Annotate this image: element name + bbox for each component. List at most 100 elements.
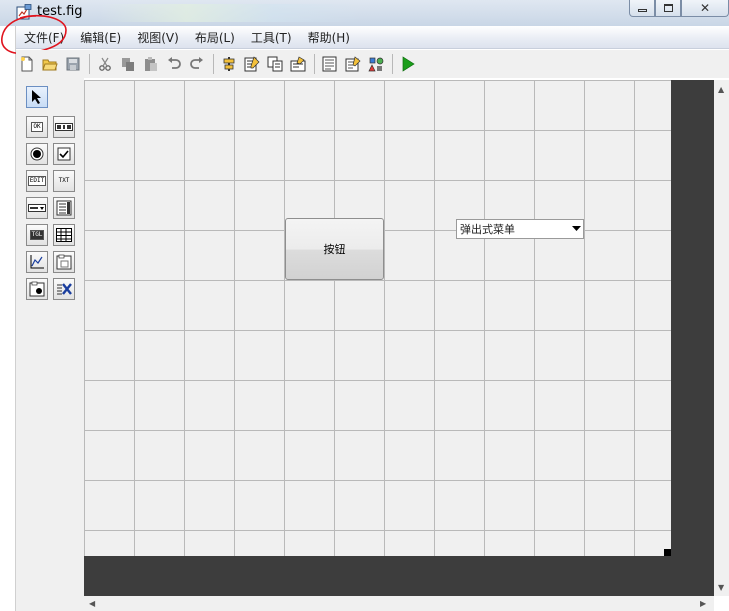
axes-icon (30, 255, 44, 269)
palette-edit-text[interactable]: EDIT (26, 170, 48, 192)
undo-icon (168, 57, 181, 69)
menu-view[interactable]: 视图(V) (129, 29, 187, 46)
save-button[interactable] (62, 53, 84, 75)
toolbar-editor-icon (290, 56, 306, 72)
copy-icon (122, 58, 134, 71)
toolbar-separator (314, 54, 315, 74)
menu-bar: 文件(F) 编辑(E) 视图(V) 布局(L) 工具(T) 帮助(H) (16, 26, 729, 49)
title-bar-background-blur (100, 4, 360, 22)
canvas-push-button[interactable]: 按钮 (285, 218, 384, 280)
scroll-up-icon[interactable]: ▲ (718, 86, 724, 94)
popup-menu-label: 弹出式菜单 (460, 223, 515, 236)
new-icon (21, 56, 33, 72)
open-button[interactable] (39, 53, 61, 75)
editor-button[interactable] (319, 53, 341, 75)
palette-listbox[interactable] (53, 197, 75, 219)
table-icon (56, 228, 72, 242)
palette-panel[interactable] (53, 251, 75, 273)
menu-help[interactable]: 帮助(H) (300, 29, 358, 46)
figure-icon (16, 4, 32, 20)
scroll-right-icon[interactable]: ▶ (700, 600, 706, 608)
horizontal-scrollbar[interactable]: ◀ ▶ (84, 596, 714, 611)
menu-file[interactable]: 文件(F) (16, 29, 72, 46)
palette-button-group[interactable] (26, 278, 48, 300)
canvas-outer-region-bottom (84, 556, 714, 596)
open-icon (42, 59, 58, 71)
radio-button-icon (30, 147, 44, 161)
palette-push-button[interactable]: OK (26, 116, 48, 138)
toolbar-separator (89, 54, 90, 74)
object-browser-icon (368, 57, 384, 72)
menu-layout[interactable]: 布局(L) (187, 29, 243, 46)
undo-button[interactable] (163, 53, 185, 75)
palette-select-tool[interactable] (26, 86, 48, 108)
menu-editor-icon (244, 56, 260, 72)
minimize-button[interactable] (629, 0, 655, 17)
save-icon (66, 57, 80, 71)
editor-icon (322, 56, 337, 72)
popup-menu-icon (28, 204, 46, 212)
minimize-icon (637, 9, 647, 12)
layout-canvas[interactable] (84, 80, 671, 556)
slider-icon (55, 123, 73, 131)
toolbar (16, 50, 729, 78)
palette-slider[interactable] (53, 116, 75, 138)
checkbox-icon (57, 147, 71, 161)
align-icon (223, 57, 235, 71)
palette-checkbox[interactable] (53, 143, 75, 165)
close-icon: ✕ (699, 1, 711, 15)
cut-button[interactable] (94, 53, 116, 75)
palette-toggle-button[interactable]: TGL (26, 224, 48, 246)
scroll-left-icon[interactable]: ◀ (89, 600, 95, 608)
window-title: test.fig (37, 4, 83, 19)
listbox-icon (56, 200, 72, 216)
panel-icon (56, 254, 72, 270)
push-button-icon: OK (31, 122, 43, 132)
palette-axes[interactable] (26, 251, 48, 273)
edit-text-icon: EDIT (27, 176, 47, 186)
canvas-outer-region-right (671, 80, 714, 556)
palette-static-text[interactable]: TXT (53, 170, 75, 192)
property-inspector-icon (345, 56, 361, 72)
static-text-icon: TXT (58, 177, 70, 184)
toolbar-separator (213, 54, 214, 74)
maximize-button[interactable] (655, 0, 681, 17)
window-left-frame (0, 26, 16, 611)
arrow-pointer-icon (32, 90, 41, 104)
run-icon (402, 56, 415, 72)
menu-edit[interactable]: 编辑(E) (72, 29, 129, 46)
palette-table[interactable] (53, 224, 75, 246)
new-button[interactable] (16, 53, 38, 75)
vertical-scrollbar[interactable]: ▲ ▼ (714, 80, 729, 596)
menu-tools[interactable]: 工具(T) (243, 29, 300, 46)
menu-editor-button[interactable] (241, 53, 263, 75)
close-button[interactable]: ✕ (681, 0, 729, 17)
activex-icon (57, 283, 72, 295)
dropdown-arrow-icon (569, 226, 583, 232)
title-bar: test.fig ✕ (0, 0, 729, 26)
maximize-icon (663, 4, 673, 12)
align-button[interactable] (218, 53, 240, 75)
tab-order-icon (267, 56, 283, 72)
redo-button[interactable] (186, 53, 208, 75)
toolbar-separator (392, 54, 393, 74)
run-button[interactable] (397, 53, 419, 75)
property-inspector-button[interactable] (342, 53, 364, 75)
object-browser-button[interactable] (365, 53, 387, 75)
palette-radio-button[interactable] (26, 143, 48, 165)
toolbar-editor-button[interactable] (287, 53, 309, 75)
scroll-down-icon[interactable]: ▼ (718, 584, 724, 592)
tab-order-button[interactable] (264, 53, 286, 75)
toggle-button-icon: TGL (29, 230, 45, 240)
redo-icon (190, 57, 203, 69)
paste-button[interactable] (140, 53, 162, 75)
component-palette: OK EDIT TXT TGL (16, 78, 84, 611)
paste-icon (145, 57, 157, 71)
canvas-resize-handle[interactable] (664, 549, 671, 556)
palette-popup-menu[interactable] (26, 197, 48, 219)
canvas-popup-menu[interactable]: 弹出式菜单 (456, 219, 584, 239)
button-group-icon (29, 281, 45, 297)
cut-icon (99, 57, 111, 71)
copy-button[interactable] (117, 53, 139, 75)
palette-activex[interactable] (53, 278, 75, 300)
